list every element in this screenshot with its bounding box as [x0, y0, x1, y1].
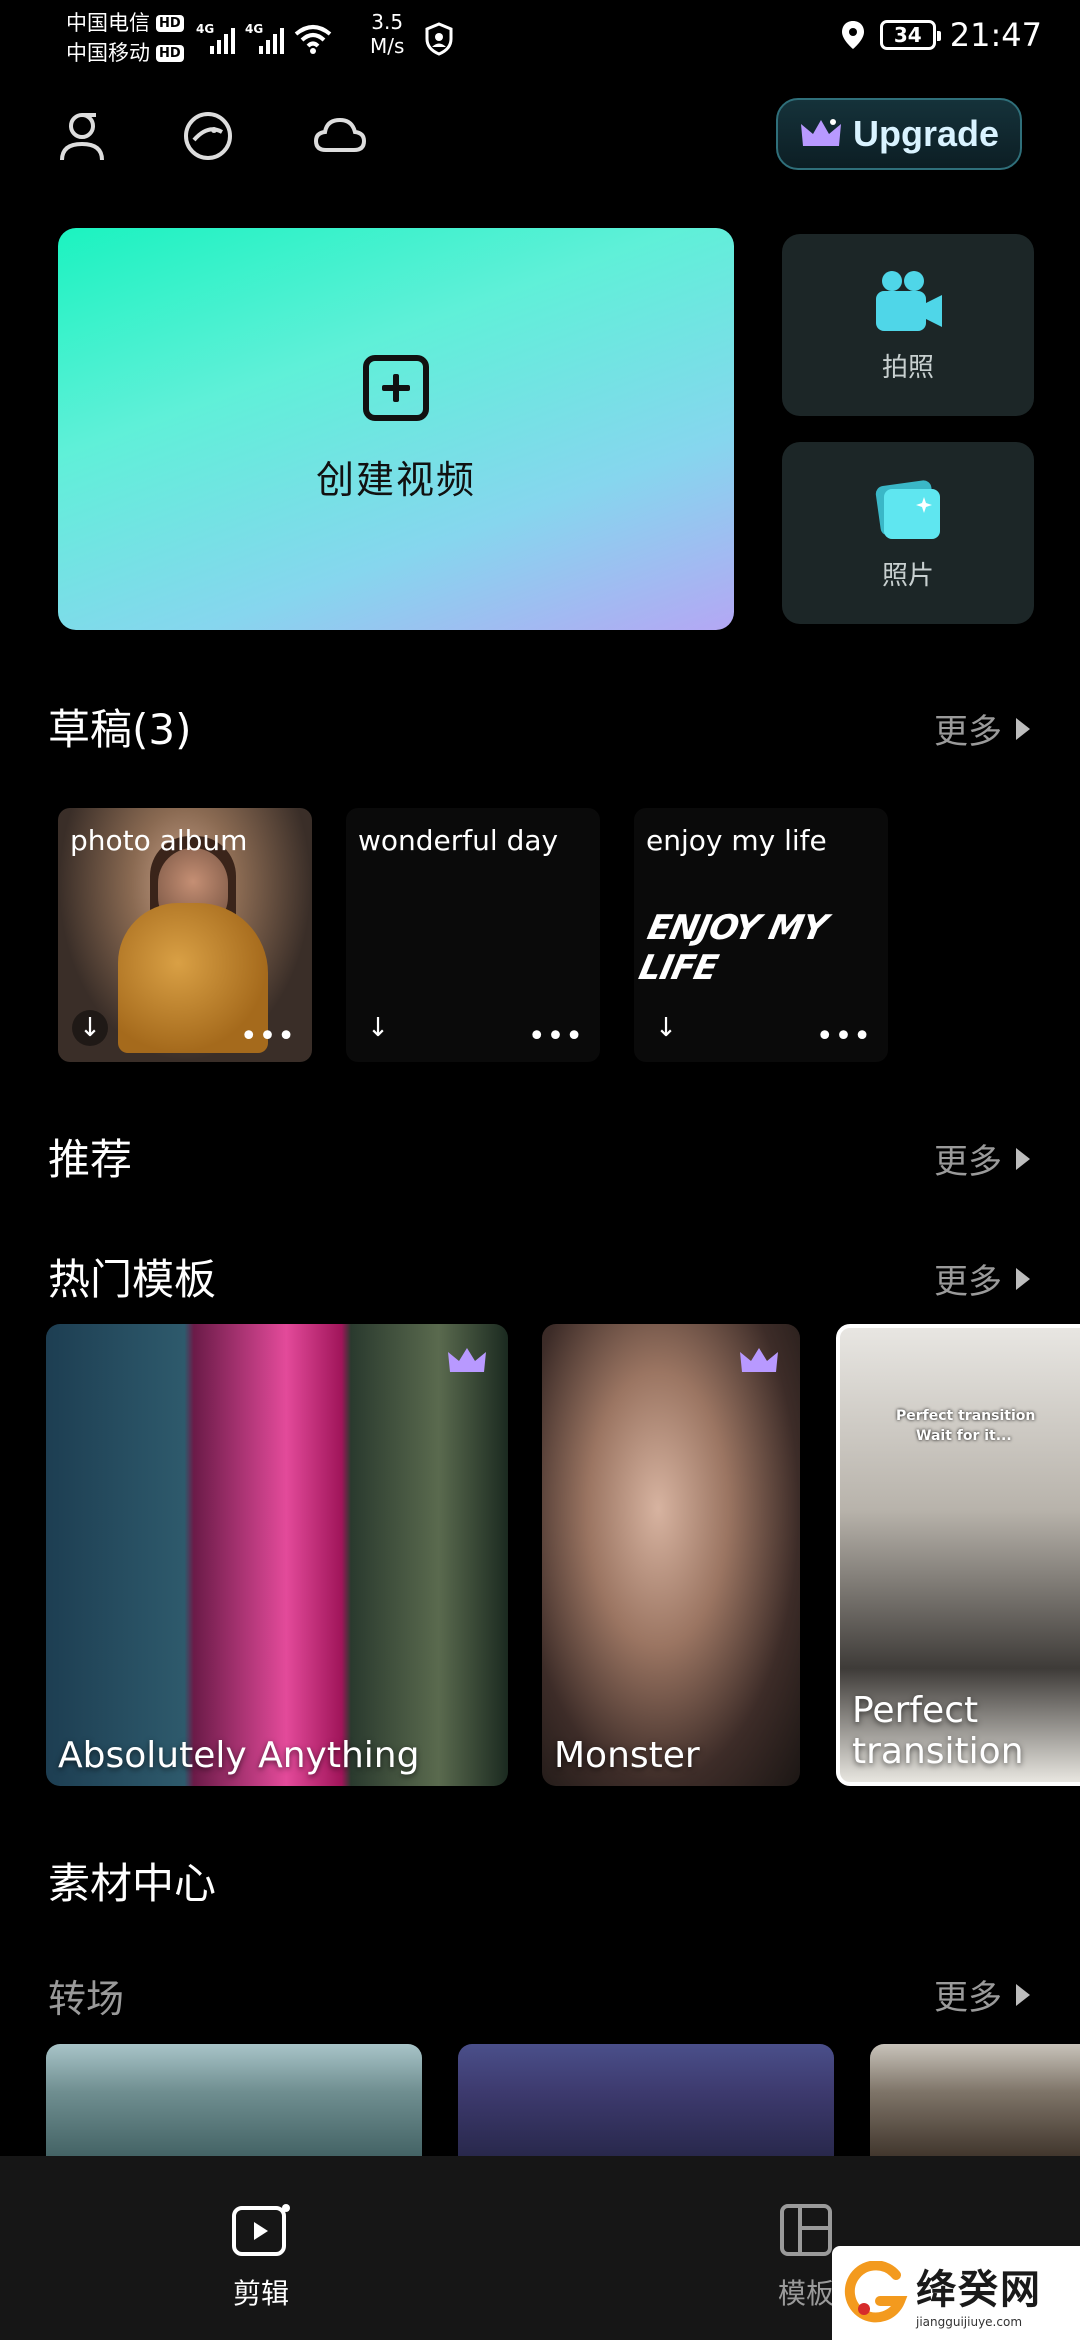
carrier-info: 中国电信 HD 中国移动 HD	[66, 8, 184, 68]
create-video-card[interactable]: 创建视频	[58, 228, 734, 630]
cloud-icon[interactable]	[310, 106, 370, 166]
transition-thumbnail[interactable]	[458, 2044, 834, 2164]
wifi-icon	[294, 25, 332, 54]
template-caption: Perfect transition	[896, 1408, 1036, 1424]
download-icon[interactable]: ↓	[360, 1010, 396, 1046]
premium-crown-icon	[740, 1348, 778, 1372]
chevron-right-icon	[1016, 1147, 1030, 1170]
create-video-label: 创建视频	[315, 457, 476, 502]
network-tag-1: 4G	[196, 22, 215, 36]
carrier-row-2: 中国移动 HD	[66, 38, 184, 68]
nav-edit-tab[interactable]: 剪辑	[230, 2202, 292, 2312]
network-speed: 3.5 M/s	[370, 10, 404, 58]
more-options-icon[interactable]: •••	[816, 1022, 872, 1052]
draft-name: enjoy my life	[646, 824, 827, 857]
templates-icon	[780, 2204, 832, 2256]
template-label: Absolutely Anything	[58, 1735, 420, 1776]
speed-value: 3.5	[371, 10, 404, 34]
upgrade-button[interactable]: Upgrade	[776, 98, 1022, 170]
watermark-text: 绛癸网 jiangguijiuye.com	[916, 2257, 1042, 2329]
template-label: Monster	[554, 1735, 700, 1776]
nav-templates-tab[interactable]: 模板	[778, 2202, 834, 2312]
profile-icon[interactable]	[52, 106, 112, 166]
signal-1-icon: 4G	[196, 22, 235, 54]
carrier-2-name: 中国移动	[66, 41, 150, 65]
camera-label: 拍照	[881, 352, 934, 383]
more-options-icon[interactable]: •••	[240, 1022, 296, 1052]
watermark-url: jiangguijiuye.com	[916, 2315, 1023, 2329]
transitions-more-label: 更多	[934, 1978, 1002, 2018]
recommended-more-label: 更多	[934, 1142, 1002, 1182]
materials-title: 素材中心	[48, 1859, 217, 1908]
transition-thumbnail[interactable]	[870, 2044, 1080, 2164]
hd-badge-2: HD	[156, 44, 184, 62]
template-label: Perfect transition	[852, 1690, 1024, 1772]
signal-icons: 4G 4G	[196, 20, 332, 54]
photos-label: 照片	[881, 560, 934, 591]
nav-templates-label: 模板	[778, 2277, 835, 2310]
explore-icon[interactable]	[178, 106, 238, 166]
photos-icon	[875, 479, 940, 539]
camera-card[interactable]: 拍照	[782, 234, 1034, 416]
chevron-right-icon	[1016, 717, 1030, 740]
battery-indicator: 34	[879, 20, 941, 50]
shield-icon	[425, 22, 453, 56]
status-bar: 中国电信 HD 中国移动 HD 4G 4G 3.5 M/s 34 21:47	[0, 0, 1080, 80]
signal-2-icon: 4G	[245, 22, 284, 54]
hot-templates-title: 热门模板	[48, 1255, 217, 1304]
hot-templates-more-label: 更多	[934, 1262, 1002, 1302]
recommended-more-button[interactable]: 更多	[934, 1134, 1030, 1183]
premium-crown-icon	[448, 1348, 486, 1372]
chevron-right-icon	[1016, 1267, 1030, 1290]
more-options-icon[interactable]: •••	[528, 1022, 584, 1052]
carrier-row-1: 中国电信 HD	[66, 8, 184, 38]
draft-name: photo album	[70, 824, 248, 857]
template-card[interactable]: Perfect transition Wait for it... Perfec…	[836, 1324, 1080, 1786]
transitions-more-button[interactable]: 更多	[934, 1970, 1030, 2019]
draft-thumbnail-text: ENJOY MY LIFE	[635, 908, 831, 988]
drafts-title: 草稿(3)	[48, 705, 192, 754]
location-icon	[841, 21, 864, 49]
network-tag-2: 4G	[245, 22, 264, 36]
speed-unit: M/s	[370, 34, 405, 58]
photos-card[interactable]: 照片	[782, 442, 1034, 624]
upgrade-label: Upgrade	[852, 113, 1000, 154]
hot-templates-more-button[interactable]: 更多	[934, 1254, 1030, 1303]
clock: 21:47	[949, 16, 1042, 54]
template-card[interactable]: Monster	[542, 1324, 800, 1786]
download-icon[interactable]: ↓	[648, 1010, 684, 1046]
video-camera-icon	[876, 270, 942, 331]
draft-item[interactable]: wonderful day ↓ •••	[346, 808, 600, 1062]
add-icon	[363, 354, 429, 421]
chevron-right-icon	[1016, 1983, 1030, 2006]
crown-icon	[800, 119, 841, 146]
recommended-title: 推荐	[48, 1135, 133, 1184]
watermark: 绛癸网 jiangguijiuye.com	[832, 2246, 1080, 2340]
template-caption: Wait for it...	[916, 1428, 1012, 1444]
status-right: 34 21:47	[840, 16, 1042, 54]
draft-item[interactable]: enjoy my life ENJOY MY LIFE ↓ •••	[634, 808, 888, 1062]
hd-badge-1: HD	[156, 14, 184, 32]
watermark-logo-icon	[844, 2261, 908, 2323]
drafts-more-label: 更多	[934, 712, 1002, 752]
template-card[interactable]: Absolutely Anything	[46, 1324, 508, 1786]
draft-item[interactable]: photo album ↓ •••	[58, 808, 312, 1062]
carrier-1-name: 中国电信	[66, 11, 150, 35]
draft-name: wonderful day	[358, 824, 559, 857]
transition-thumbnail[interactable]	[46, 2044, 422, 2164]
nav-edit-label: 剪辑	[232, 2277, 289, 2310]
edit-video-icon	[232, 2204, 290, 2256]
drafts-more-button[interactable]: 更多	[934, 704, 1030, 753]
download-icon[interactable]: ↓	[72, 1010, 108, 1046]
watermark-brand: 绛癸网	[916, 2267, 1042, 2313]
transitions-title: 转场	[48, 1977, 125, 2021]
